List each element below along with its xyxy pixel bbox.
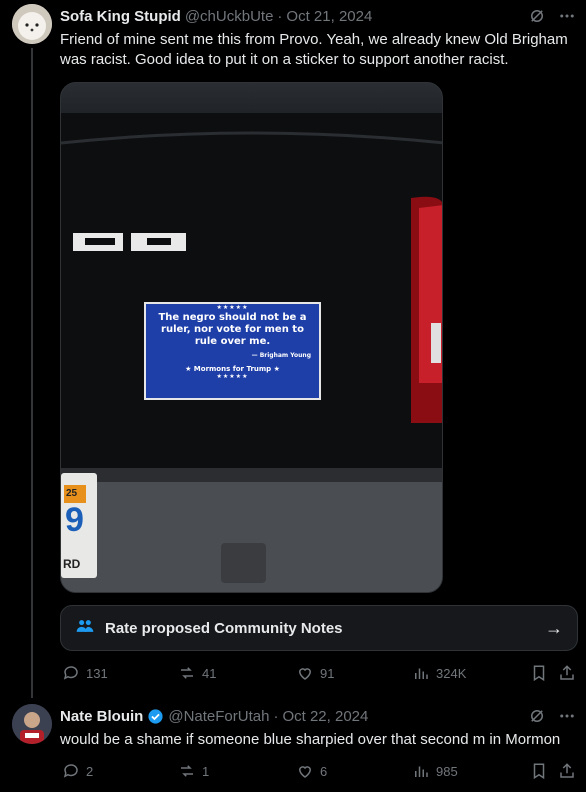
tweet-text: Friend of mine sent me this from Provo. …: [60, 31, 568, 68]
heart-icon: [298, 766, 312, 778]
views-button[interactable]: 324K: [412, 664, 466, 682]
reply-icon: [63, 666, 78, 680]
separator-dot: ·: [277, 7, 283, 25]
reply-button[interactable]: 2: [62, 762, 93, 780]
like-button[interactable]: 6: [296, 762, 327, 780]
repost-icon: [181, 765, 193, 777]
analytics-icon: [415, 766, 428, 777]
bookmark-button[interactable]: [530, 664, 548, 682]
repost-icon: [181, 667, 193, 679]
bookmark-icon: [533, 763, 545, 780]
tweet-top-actions: [528, 707, 576, 730]
separator-dot: ·: [273, 707, 279, 725]
share-icon: [560, 763, 574, 778]
sticker-quote: The negro should not be a ruler, nor vot…: [158, 312, 307, 347]
plate-number: 9: [65, 501, 84, 539]
arrow-right-icon: →: [545, 617, 563, 638]
heart-icon: [298, 668, 312, 680]
like-button[interactable]: 91: [296, 664, 334, 682]
tweet-text: would be a shame if someone blue sharpie…: [60, 731, 561, 748]
share-button[interactable]: [558, 664, 576, 682]
sticker-stars-bottom: ★★★★★: [216, 373, 249, 380]
bookmark-button[interactable]: [530, 762, 548, 780]
display-name[interactable]: Sofa King Stupid: [60, 8, 181, 25]
handle[interactable]: @NateForUtah: [168, 708, 269, 725]
community-notes-label: Rate proposed Community Notes: [105, 619, 343, 637]
grok-icon[interactable]: [528, 707, 546, 730]
verified-badge-icon: [147, 708, 164, 725]
more-options-icon[interactable]: [558, 707, 576, 730]
sticker-slogan: ★ Mormons for Trump ★: [185, 365, 280, 373]
views-button[interactable]: 985: [412, 762, 458, 780]
tweet-actions: 2 1 6 985: [60, 762, 580, 782]
view-count: 985: [436, 763, 458, 779]
grok-icon[interactable]: [528, 7, 546, 30]
tweet-header: Nate Blouin @NateForUtah · Oct 22, 2024: [60, 706, 368, 726]
share-button[interactable]: [558, 762, 576, 780]
bumper-sticker: ★★★★★ The negro should not be a ruler, n…: [144, 302, 321, 400]
reply-count: 2: [86, 763, 94, 779]
plate-badge: 25: [66, 488, 78, 499]
avatar[interactable]: [12, 704, 52, 744]
tweet-top-actions: [528, 7, 576, 30]
sticker-attribution: — Brigham Young: [251, 352, 311, 359]
plate-text: RD: [63, 557, 81, 571]
avatar[interactable]: [12, 4, 52, 44]
tweet-photo[interactable]: 25 9 RD ★★★★★ The negro should not be a …: [60, 82, 443, 593]
timestamp[interactable]: Oct 21, 2024: [286, 8, 372, 25]
tweet-header: Sofa King Stupid @chUckbUte · Oct 21, 20…: [60, 6, 372, 26]
community-notes-icon: [75, 616, 95, 640]
bookmark-icon: [533, 665, 545, 682]
sticker-stars-top: ★★★★★: [216, 304, 249, 311]
tweet-actions: 131 41 91 324K: [60, 664, 580, 684]
repost-button[interactable]: 1: [178, 762, 209, 780]
community-notes-button[interactable]: Rate proposed Community Notes →: [60, 605, 578, 651]
repost-button[interactable]: 41: [178, 664, 216, 682]
timestamp[interactable]: Oct 22, 2024: [282, 708, 368, 725]
reply-icon: [63, 764, 78, 778]
share-icon: [560, 665, 574, 680]
like-count: 91: [320, 665, 335, 681]
thread-line: [31, 48, 33, 698]
reply-count: 131: [86, 665, 108, 681]
repost-count: 1: [202, 763, 210, 779]
like-count: 6: [320, 763, 328, 779]
repost-count: 41: [202, 665, 217, 681]
handle[interactable]: @chUckbUte: [185, 8, 274, 25]
view-count: 324K: [436, 665, 467, 681]
display-name[interactable]: Nate Blouin: [60, 708, 143, 725]
more-options-icon[interactable]: [558, 7, 576, 30]
reply-button[interactable]: 131: [62, 664, 108, 682]
analytics-icon: [415, 668, 428, 679]
